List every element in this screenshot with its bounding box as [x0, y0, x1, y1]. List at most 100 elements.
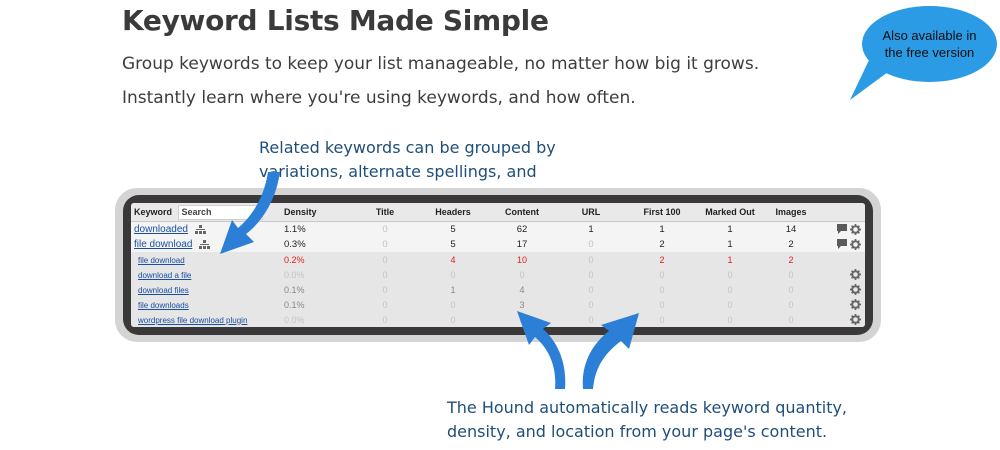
title-cell: 0 [353, 297, 417, 312]
images-cell: 2 [763, 237, 819, 252]
title-cell: 0 [353, 282, 417, 297]
content-cell: 17 [489, 237, 555, 252]
group-tree-icon[interactable] [199, 239, 211, 249]
column-label-keyword: Keyword [134, 206, 173, 217]
table-row: download files 0.1% 0 1 4 0 0 0 0 [131, 282, 865, 297]
first-100-cell: 0 [627, 282, 697, 297]
title-cell: 0 [353, 267, 417, 282]
title-cell: 0 [353, 252, 417, 267]
free-version-badge: Also available in the free version [862, 6, 997, 82]
images-cell: 0 [763, 297, 819, 312]
url-cell: 0 [555, 237, 627, 252]
headers-cell: 5 [417, 237, 489, 252]
table-row: file downloads 0.1% 0 0 3 0 0 0 0 [131, 297, 865, 312]
column-header-marked-out[interactable]: Marked Out [697, 203, 763, 222]
actions-cell [819, 221, 865, 237]
keyword-link[interactable]: file download [138, 256, 185, 265]
headers-cell: 1 [417, 282, 489, 297]
keyword-link[interactable]: downloaded [134, 224, 188, 235]
marked-out-cell: 0 [697, 282, 763, 297]
density-cell: 0.3% [281, 237, 353, 252]
free-version-badge-text: Also available in the free version [882, 28, 977, 60]
first-100-cell: 1 [627, 221, 697, 237]
callout-auto-reads: The Hound automatically reads keyword qu… [447, 398, 848, 441]
title-cell: 0 [353, 237, 417, 252]
actions-cell [819, 297, 865, 312]
url-cell: 0 [555, 252, 627, 267]
lead-text-grouping: Group keywords to keep your list managea… [122, 54, 760, 74]
gear-icon[interactable] [850, 284, 861, 296]
content-cell: 10 [489, 252, 555, 267]
keyword-link[interactable]: download files [138, 286, 189, 295]
group-tree-icon[interactable] [194, 224, 206, 234]
images-cell: 0 [763, 282, 819, 297]
first-100-cell: 2 [627, 252, 697, 267]
content-cell: 4 [489, 282, 555, 297]
gear-icon[interactable] [850, 269, 861, 281]
title-cell: 0 [353, 221, 417, 237]
comment-icon[interactable] [837, 239, 848, 250]
comment-icon[interactable] [837, 224, 848, 235]
images-cell: 2 [763, 252, 819, 267]
marked-out-cell: 1 [697, 237, 763, 252]
first-100-cell: 0 [627, 267, 697, 282]
column-header-first-100[interactable]: First 100 [627, 203, 697, 222]
density-cell: 0.0% [281, 312, 353, 327]
lead-text-usage: Instantly learn where you're using keywo… [122, 88, 636, 108]
actions-cell [819, 312, 865, 327]
page-title: Keyword Lists Made Simple [122, 4, 549, 37]
headers-cell: 0 [417, 267, 489, 282]
arrows-to-data-columns [517, 311, 639, 389]
actions-cell [819, 237, 865, 252]
marked-out-cell: 1 [697, 221, 763, 237]
column-header-density[interactable]: Density [281, 203, 353, 222]
keyword-cell: download files [131, 282, 281, 297]
density-cell: 0.1% [281, 282, 353, 297]
density-cell: 0.1% [281, 297, 353, 312]
actions-cell [819, 267, 865, 282]
density-cell: 0.2% [281, 252, 353, 267]
images-cell: 0 [763, 312, 819, 327]
marked-out-cell: 1 [697, 252, 763, 267]
title-cell: 0 [353, 312, 417, 327]
marked-out-cell: 0 [697, 312, 763, 327]
gear-icon[interactable] [850, 223, 861, 235]
marked-out-cell: 0 [697, 267, 763, 282]
column-header-actions [819, 203, 865, 222]
keyword-link[interactable]: file download [134, 239, 192, 250]
keyword-cell: wordpress file download plugin [131, 312, 281, 327]
headers-cell: 0 [417, 312, 489, 327]
content-cell: 0 [489, 267, 555, 282]
column-header-url[interactable]: URL [555, 203, 627, 222]
keyword-link[interactable]: download a file [138, 271, 191, 280]
images-cell: 14 [763, 221, 819, 237]
keyword-link[interactable]: file downloads [138, 301, 189, 310]
arrow-to-group-icon [220, 172, 280, 254]
keyword-link[interactable]: wordpress file download plugin [138, 316, 247, 325]
keyword-cell: file downloads [131, 297, 281, 312]
url-cell: 1 [555, 221, 627, 237]
headers-cell: 5 [417, 221, 489, 237]
density-cell: 1.1% [281, 221, 353, 237]
density-cell: 0.0% [281, 267, 353, 282]
gear-icon[interactable] [850, 299, 861, 311]
table-row: download a file 0.0% 0 0 0 0 0 0 0 [131, 267, 865, 282]
url-cell: 0 [555, 282, 627, 297]
column-header-headers[interactable]: Headers [417, 203, 489, 222]
actions-cell [819, 282, 865, 297]
column-header-content[interactable]: Content [489, 203, 555, 222]
table-row: wordpress file download plugin 0.0% 0 0 … [131, 312, 865, 327]
url-cell: 0 [555, 267, 627, 282]
gear-icon[interactable] [850, 238, 861, 250]
column-header-images[interactable]: Images [763, 203, 819, 222]
column-header-title[interactable]: Title [353, 203, 417, 222]
images-cell: 0 [763, 267, 819, 282]
headers-cell: 0 [417, 297, 489, 312]
gear-icon[interactable] [850, 314, 861, 326]
keyword-cell: download a file [131, 267, 281, 282]
actions-cell [819, 252, 865, 267]
content-cell: 62 [489, 221, 555, 237]
first-100-cell: 2 [627, 237, 697, 252]
marked-out-cell: 0 [697, 297, 763, 312]
headers-cell: 4 [417, 252, 489, 267]
